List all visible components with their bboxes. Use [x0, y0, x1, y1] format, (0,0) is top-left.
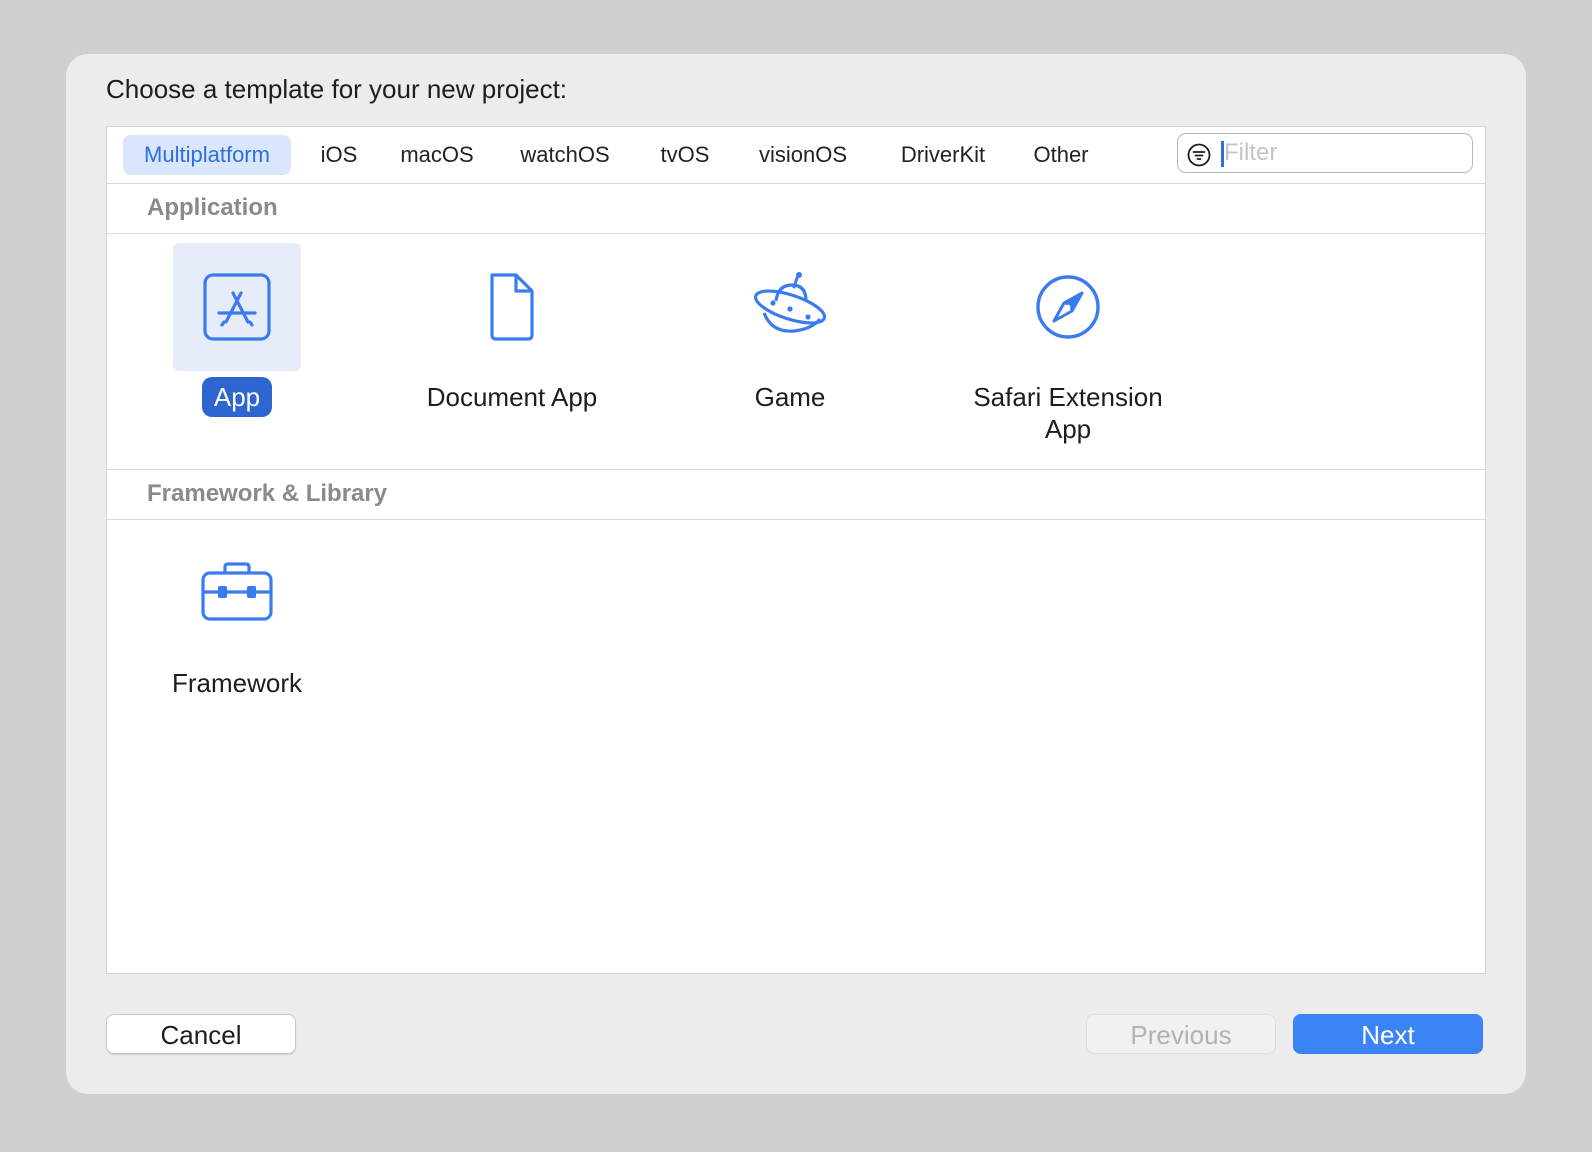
platform-tab-bar: Multiplatform iOS macOS watchOS tvOS vis…: [107, 127, 1485, 184]
template-safari-extension-app-icon-box: [1004, 243, 1132, 371]
template-document-app[interactable]: Document App: [402, 243, 622, 417]
dialog-prompt: Choose a template for your new project:: [106, 74, 568, 104]
section-title: Application: [147, 194, 278, 221]
app-store-icon: [203, 273, 271, 341]
tab-other[interactable]: Other: [1017, 135, 1105, 175]
tab-driverkit[interactable]: DriverKit: [883, 135, 1003, 175]
section-header-application: Application: [107, 184, 1485, 234]
template-app-icon-box: [173, 243, 301, 371]
template-game-icon-box: [726, 243, 854, 371]
template-label: Safari Extension App: [973, 382, 1163, 444]
tab-visionos[interactable]: visionOS: [743, 135, 863, 175]
template-document-app-icon-box: [448, 243, 576, 371]
template-framework-icon-box: [173, 529, 301, 657]
tab-multiplatform[interactable]: Multiplatform: [123, 135, 291, 175]
filter-input[interactable]: [1224, 138, 1464, 168]
section-title: Framework & Library: [147, 480, 388, 507]
tab-macos[interactable]: macOS: [389, 135, 485, 175]
template-panel: Multiplatform iOS macOS watchOS tvOS vis…: [106, 126, 1486, 974]
filter-field[interactable]: [1177, 133, 1473, 173]
template-framework[interactable]: Framework: [127, 529, 347, 703]
compass-icon: [1036, 275, 1100, 339]
ufo-icon: [753, 272, 827, 333]
template-label: Game: [754, 382, 826, 412]
template-game[interactable]: Game: [680, 243, 900, 417]
previous-button[interactable]: Previous: [1086, 1014, 1276, 1054]
template-app[interactable]: App: [127, 243, 347, 417]
template-label: Framework: [171, 668, 302, 698]
next-button[interactable]: Next: [1293, 1014, 1483, 1054]
filter-icon: [1187, 143, 1211, 167]
section-header-framework-library: Framework & Library: [107, 470, 1485, 520]
new-project-dialog: Choose a template for your new project: …: [66, 54, 1526, 1094]
document-icon: [490, 273, 534, 341]
toolbox-icon: [201, 562, 273, 621]
tab-watchos[interactable]: watchOS: [505, 135, 625, 175]
cancel-button[interactable]: Cancel: [106, 1014, 296, 1054]
tab-tvos[interactable]: tvOS: [645, 135, 725, 175]
template-label: Document App: [426, 382, 598, 412]
template-safari-extension-app[interactable]: Safari Extension App: [958, 243, 1178, 449]
template-label: App: [201, 377, 273, 417]
tab-ios[interactable]: iOS: [307, 135, 371, 175]
